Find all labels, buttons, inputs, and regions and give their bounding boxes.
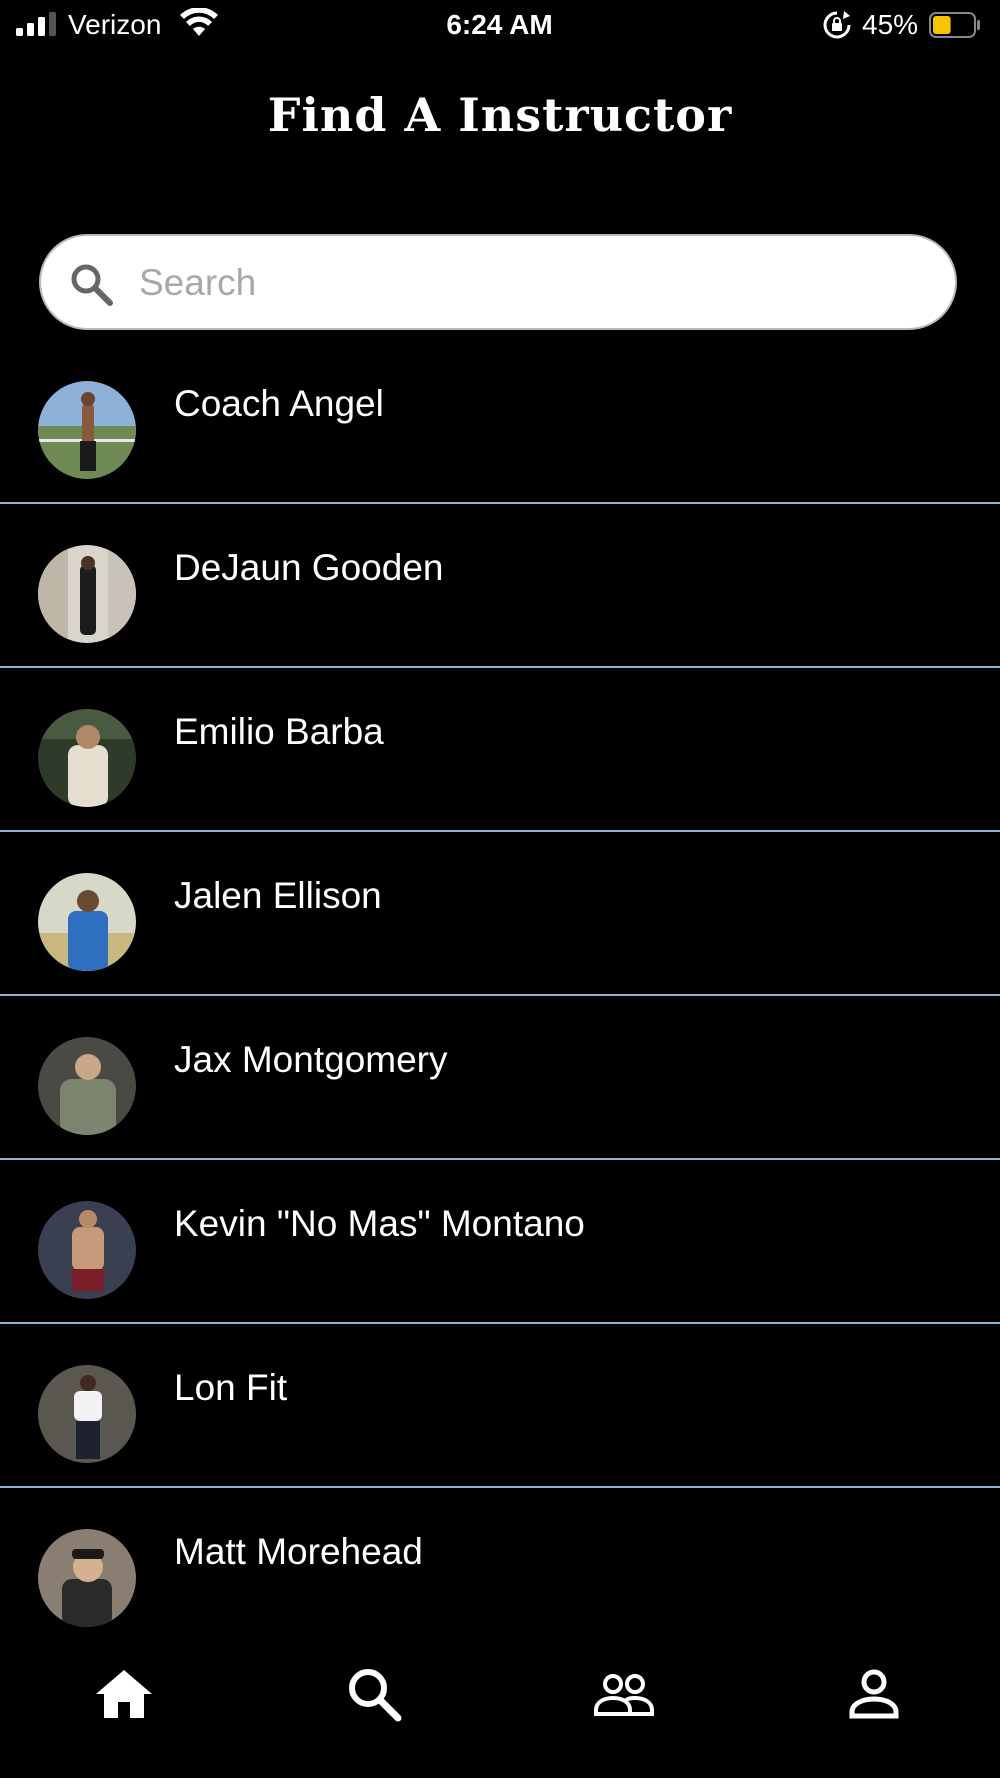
instructor-name: Jalen Ellison (174, 875, 382, 916)
instructor-name: DeJaun Gooden (174, 547, 444, 588)
instructor-row[interactable]: Jalen Ellison (0, 832, 1000, 996)
instructor-row[interactable]: Matt Morehead (0, 1488, 1000, 1630)
battery-percent: 45% (862, 9, 919, 40)
instructor-name: Jax Montgomery (174, 1039, 448, 1080)
instructor-row[interactable]: Kevin "No Mas" Montano (0, 1160, 1000, 1324)
instructor-avatar (38, 873, 136, 971)
battery-icon (929, 12, 980, 38)
status-bar: Verizon 6:24 AM 45% (0, 0, 1000, 50)
instructor-avatar (38, 381, 136, 479)
search-input[interactable] (137, 254, 921, 312)
tab-search[interactable] (342, 1662, 406, 1726)
instructor-list: Coach Angel DeJaun Gooden Emilio Barba J… (0, 340, 1000, 1630)
profile-icon (849, 1669, 899, 1719)
instructor-row[interactable]: DeJaun Gooden (0, 504, 1000, 668)
tab-community[interactable] (592, 1662, 656, 1726)
instructor-avatar (38, 1201, 136, 1299)
tab-bar (0, 1640, 1000, 1778)
instructor-row[interactable]: Emilio Barba (0, 668, 1000, 832)
search-icon (349, 1669, 402, 1722)
instructor-avatar (38, 1037, 136, 1135)
instructor-name: Coach Angel (174, 383, 384, 424)
tab-profile[interactable] (842, 1662, 906, 1726)
instructor-row[interactable]: Jax Montgomery (0, 996, 1000, 1160)
instructor-name: Matt Morehead (174, 1531, 423, 1572)
instructor-name: Kevin "No Mas" Montano (174, 1203, 585, 1244)
instructor-row[interactable]: Lon Fit (0, 1324, 1000, 1488)
home-icon (96, 1670, 152, 1718)
tab-home[interactable] (92, 1662, 156, 1726)
search-icon (71, 264, 113, 306)
instructor-avatar (38, 1365, 136, 1463)
search-bar[interactable] (39, 234, 957, 330)
instructor-row[interactable]: Coach Angel (0, 340, 1000, 504)
rotation-lock-icon (823, 11, 851, 39)
instructor-name: Lon Fit (174, 1367, 288, 1408)
instructor-avatar (38, 709, 136, 807)
instructor-avatar (38, 545, 136, 643)
instructor-avatar (38, 1529, 136, 1627)
community-icon (594, 1674, 654, 1716)
page-title: Find A Instructor (267, 88, 733, 142)
instructor-name: Emilio Barba (174, 711, 384, 752)
